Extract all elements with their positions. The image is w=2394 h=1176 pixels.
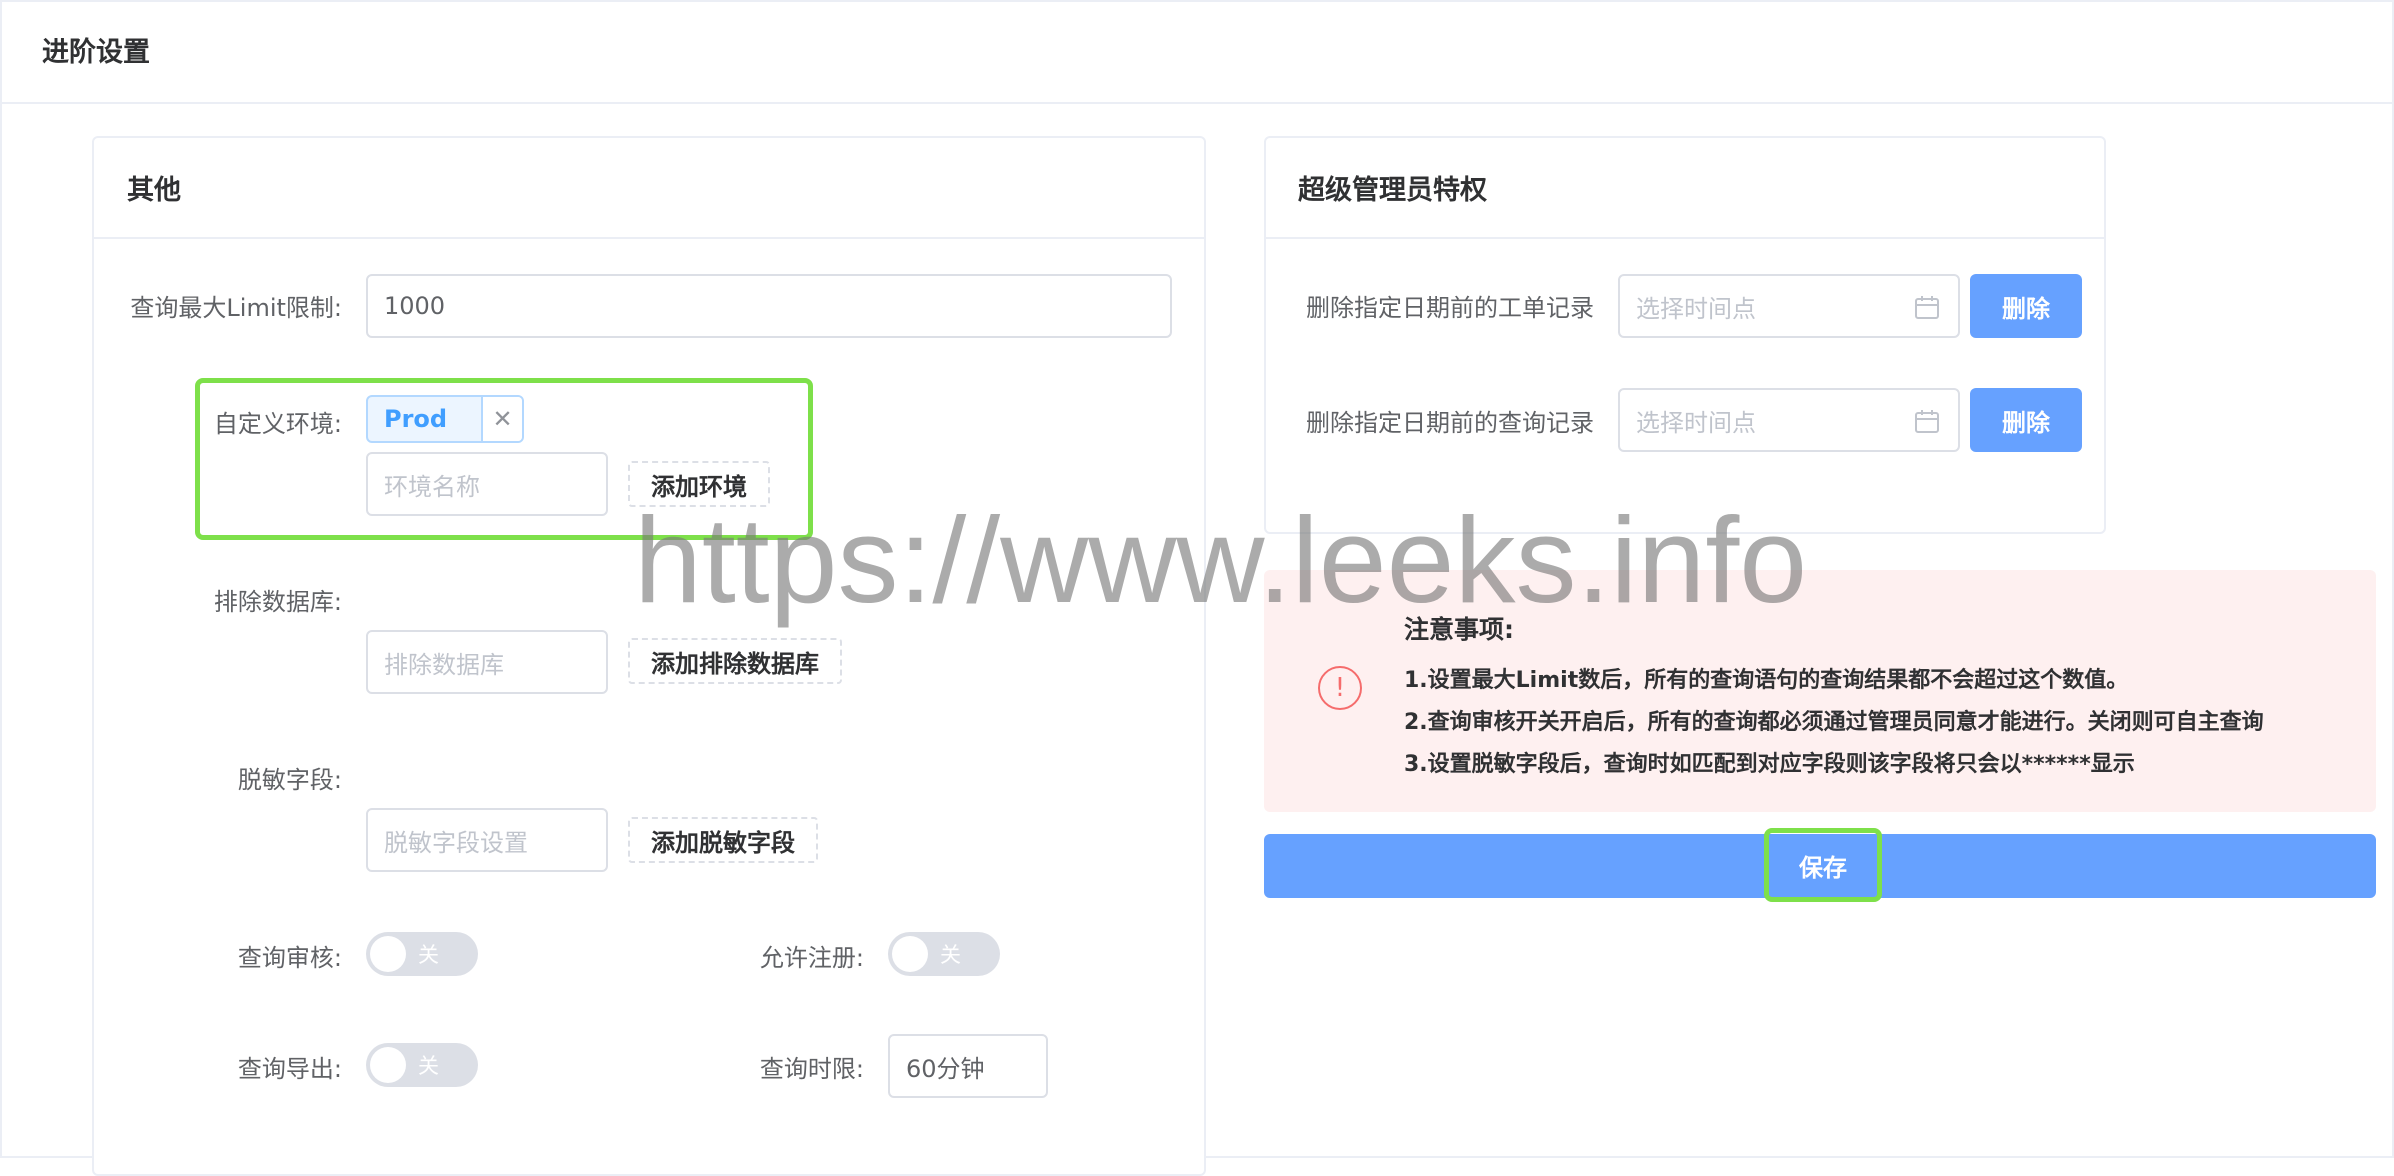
switch-state: 关 <box>418 1054 439 1078</box>
custom-env-label: 自定义环境: <box>213 410 342 438</box>
switch-state: 关 <box>418 943 439 967</box>
other-settings-title: 其他 <box>127 175 181 206</box>
delete-queries-label: 删除指定日期前的查询记录 <box>1306 409 1594 437</box>
limit-label: 查询最大Limit限制: <box>130 294 342 322</box>
switch-state: 关 <box>940 943 961 967</box>
close-icon[interactable]: ✕ <box>481 397 522 441</box>
allow-register-switch[interactable]: 关 <box>888 932 1000 976</box>
warning-circle-icon: ! <box>1318 666 1362 710</box>
notice-line-3: 3.设置脱敏字段后，查询时如匹配到对应字段则该字段将只会以******显示 <box>1404 752 2135 777</box>
date-picker-placeholder: 选择时间点 <box>1636 294 1756 323</box>
date-picker-placeholder: 选择时间点 <box>1636 408 1756 437</box>
switch-knob <box>370 936 406 972</box>
query-export-switch[interactable]: 关 <box>366 1043 478 1087</box>
delete-tickets-button[interactable]: 删除 <box>1970 274 2082 338</box>
query-audit-switch[interactable]: 关 <box>366 932 478 976</box>
env-tag-prod: Prod ✕ <box>366 395 524 443</box>
env-name-input[interactable]: 环境名称 <box>366 452 608 516</box>
env-tag-label: Prod <box>384 405 448 433</box>
delete-queries-button[interactable]: 删除 <box>1970 388 2082 452</box>
calendar-icon <box>1915 410 1939 433</box>
delete-tickets-label: 删除指定日期前的工单记录 <box>1306 294 1594 322</box>
add-exclude-db-button[interactable]: 添加排除数据库 <box>628 638 842 684</box>
query-timeout-label: 查询时限: <box>759 1055 864 1083</box>
delete-tickets-date-picker[interactable]: 选择时间点 <box>1618 274 1960 338</box>
header-divider <box>0 102 2394 104</box>
limit-input[interactable]: 1000 <box>366 274 1172 338</box>
delete-queries-date-picker[interactable]: 选择时间点 <box>1618 388 1960 452</box>
switch-knob <box>370 1047 406 1083</box>
query-timeout-input[interactable]: 60分钟 <box>888 1034 1048 1098</box>
add-mask-field-button[interactable]: 添加脱敏字段 <box>628 817 818 863</box>
notice-title: 注意事项: <box>1404 615 1514 644</box>
notice-line-1: 1.设置最大Limit数后，所有的查询语句的查询结果都不会超过这个数值。 <box>1404 668 2129 693</box>
exclude-db-label: 排除数据库: <box>213 588 342 616</box>
calendar-icon <box>1915 296 1939 319</box>
query-export-label: 查询导出: <box>237 1055 342 1083</box>
query-audit-label: 查询审核: <box>237 944 342 972</box>
save-button[interactable]: 保存 <box>1764 848 1882 883</box>
add-env-button[interactable]: 添加环境 <box>628 461 770 507</box>
admin-privileges-divider <box>1266 237 2104 239</box>
allow-register-label: 允许注册: <box>759 944 864 972</box>
page-title: 进阶设置 <box>42 37 150 68</box>
switch-knob <box>892 936 928 972</box>
other-settings-divider <box>94 237 1204 239</box>
notice-line-2: 2.查询审核开关开启后，所有的查询都必须通过管理员同意才能进行。关闭则可自主查询 <box>1404 710 2264 735</box>
mask-field-input[interactable]: 脱敏字段设置 <box>366 808 608 872</box>
admin-privileges-title: 超级管理员特权 <box>1298 175 1487 206</box>
mask-field-label: 脱敏字段: <box>237 766 342 794</box>
exclude-db-input[interactable]: 排除数据库 <box>366 630 608 694</box>
